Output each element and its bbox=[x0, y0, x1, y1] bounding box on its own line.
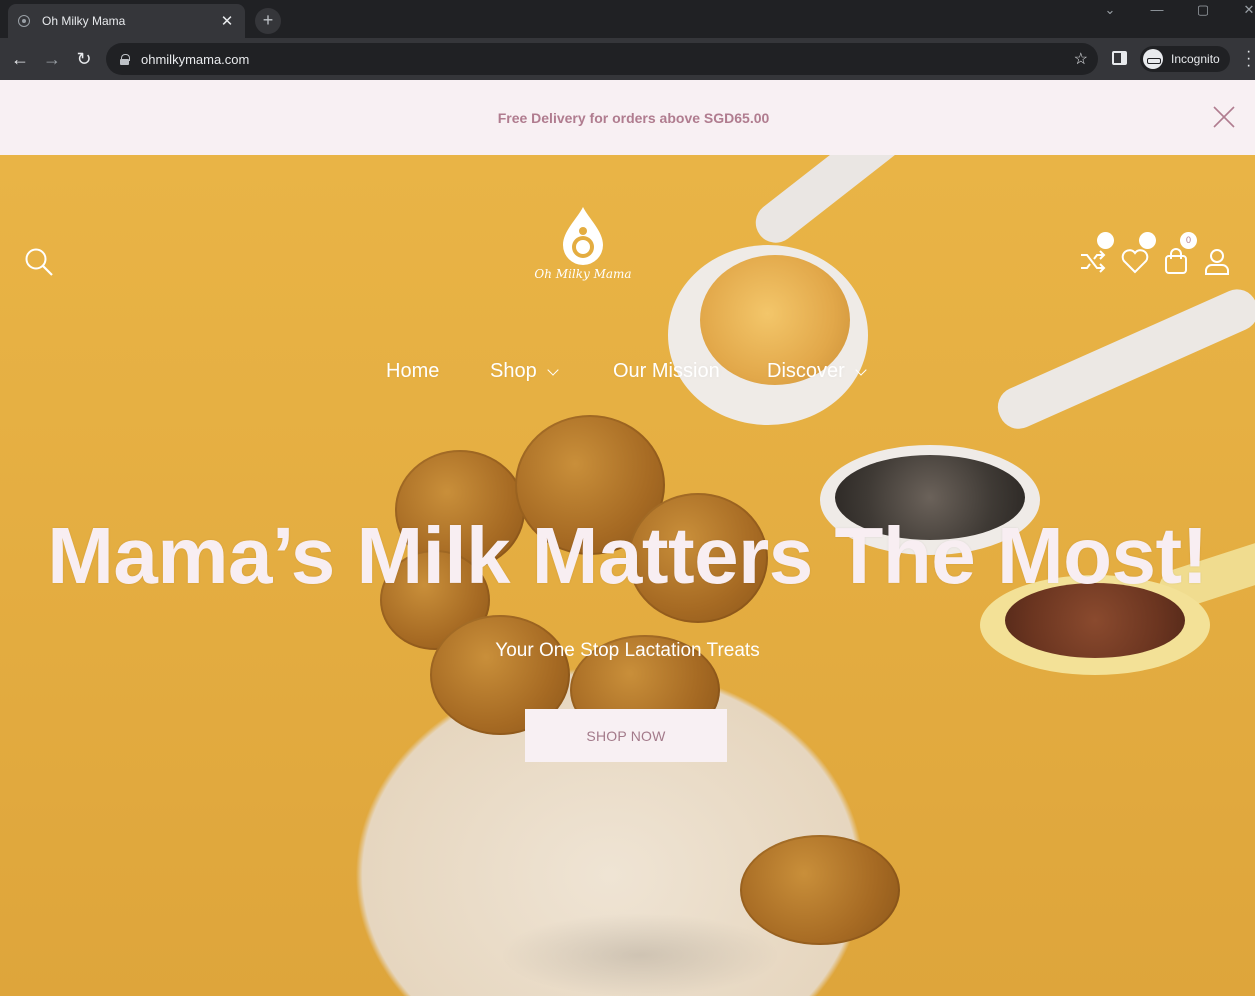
heart-icon bbox=[1121, 249, 1149, 274]
nav-shop-label: Shop bbox=[490, 360, 537, 382]
tab-title: Oh Milky Mama bbox=[42, 14, 126, 28]
tab-search-icon[interactable]: ⌄ bbox=[1087, 0, 1133, 22]
hero-headline: Mama’s Milk Matters The Most! bbox=[47, 511, 1208, 600]
reload-icon[interactable]: ↻ bbox=[71, 46, 97, 72]
lock-icon bbox=[120, 53, 130, 65]
search-icon[interactable] bbox=[24, 247, 54, 277]
incognito-indicator[interactable]: Incognito bbox=[1140, 46, 1230, 72]
account-button[interactable] bbox=[1202, 246, 1232, 280]
hero-subheadline: Your One Stop Lactation Treats bbox=[495, 640, 760, 661]
address-bar[interactable]: ohmilkymama.com ☆ bbox=[106, 43, 1098, 75]
compare-badge bbox=[1097, 232, 1114, 249]
cart-button[interactable]: 0 bbox=[1161, 232, 1197, 280]
announcement-close-icon[interactable] bbox=[1213, 106, 1235, 128]
chevron-down-icon bbox=[547, 363, 559, 376]
nav-home-label: Home bbox=[386, 360, 440, 382]
side-panel-icon[interactable] bbox=[1112, 51, 1127, 65]
browser-menu-icon[interactable]: · · · bbox=[1246, 44, 1251, 74]
url-text: ohmilkymama.com bbox=[141, 51, 250, 67]
announcement-text: Free Delivery for orders above SGD65.00 bbox=[497, 109, 770, 126]
bookmark-star-icon[interactable]: ☆ bbox=[1074, 49, 1088, 69]
minimize-icon[interactable]: — bbox=[1134, 0, 1180, 22]
chevron-down-icon bbox=[855, 363, 867, 376]
back-icon[interactable]: ← bbox=[7, 46, 33, 72]
compare-button[interactable] bbox=[1078, 232, 1114, 280]
incognito-icon bbox=[1143, 49, 1163, 69]
main-navigation: Home Shop Our Mission Discover bbox=[0, 360, 1255, 390]
tab-close-icon[interactable]: ✕ bbox=[219, 12, 235, 30]
browser-toolbar: ← → ↻ ohmilkymama.com ☆ Incognito · · · bbox=[0, 38, 1255, 80]
nav-shop[interactable]: Shop bbox=[490, 360, 559, 383]
nav-discover[interactable]: Discover bbox=[767, 360, 867, 383]
shop-now-button[interactable]: SHOP NOW bbox=[525, 709, 727, 762]
nav-home[interactable]: Home bbox=[386, 360, 439, 383]
shopping-bag-icon bbox=[1165, 248, 1187, 274]
shuffle-compare-icon bbox=[1081, 250, 1106, 273]
wishlist-button[interactable] bbox=[1120, 232, 1156, 280]
browser-tab[interactable]: Oh Milky Mama ✕ bbox=[8, 4, 245, 38]
site-logo[interactable]: Oh Milky Mama bbox=[530, 205, 636, 291]
logo-text: Oh Milky Mama bbox=[534, 267, 632, 281]
new-tab-button[interactable]: + bbox=[255, 8, 281, 34]
maximize-icon[interactable]: ▢ bbox=[1180, 0, 1226, 22]
incognito-label: Incognito bbox=[1171, 52, 1220, 66]
window-close-icon[interactable]: ✕ bbox=[1226, 0, 1255, 22]
forward-icon[interactable]: → bbox=[39, 46, 65, 72]
nav-our-mission-label: Our Mission bbox=[613, 360, 720, 382]
tab-favicon-icon bbox=[18, 15, 30, 27]
browser-tabstrip: Oh Milky Mama ✕ + ⌄ — ▢ ✕ bbox=[0, 0, 1255, 38]
announcement-bar: Free Delivery for orders above SGD65.00 bbox=[0, 80, 1255, 155]
cart-count-badge: 0 bbox=[1180, 232, 1197, 249]
hero-section: Oh Milky Mama 0 Home Shop Our Mission Di… bbox=[0, 155, 1255, 996]
nav-our-mission[interactable]: Our Mission bbox=[613, 360, 720, 383]
user-icon bbox=[1205, 249, 1229, 275]
nav-discover-label: Discover bbox=[767, 360, 845, 382]
page-viewport: Free Delivery for orders above SGD65.00 bbox=[0, 80, 1255, 996]
wishlist-badge bbox=[1139, 232, 1156, 249]
milk-drop-logo-icon bbox=[563, 207, 603, 265]
